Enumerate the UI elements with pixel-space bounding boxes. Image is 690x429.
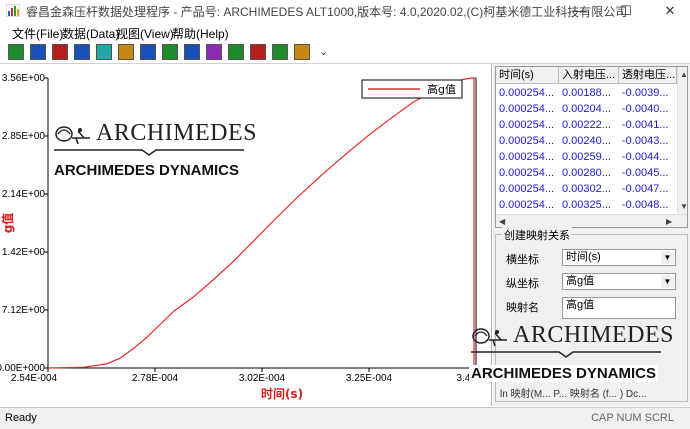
window-title: 睿昌金森压杆数据处理程序 - 产品号: ARCHIMEDES ALT1000,版… [26, 5, 628, 19]
y-axis-label: 纵坐标 [506, 278, 539, 290]
title-bar: 睿昌金森压杆数据处理程序 - 产品号: ARCHIMEDES ALT1000,版… [0, 0, 690, 22]
table-cell[interactable]: 0.00302... [559, 181, 619, 197]
export-icon[interactable] [74, 44, 90, 60]
table-vertical-scrollbar[interactable]: ▲ ▼ [677, 67, 687, 214]
table-icon[interactable] [96, 44, 112, 60]
chevron-down-icon[interactable]: ▼ [661, 251, 674, 264]
mapping-name-label: 映射名 [506, 302, 539, 314]
data-table[interactable]: 时间(s) 入射电压... 透射电压... 0.000254... 0.00188… [495, 66, 688, 228]
watermark-logo-text-2: ARCHIMEDES [513, 322, 675, 348]
menu-data[interactable]: 数据(Data) [62, 25, 119, 42]
table-cell[interactable]: 0.00188... [559, 85, 619, 101]
x-axis-label: 横坐标 [506, 254, 539, 266]
toolbar-overflow-icon[interactable]: ⌄ [319, 45, 328, 58]
table-header-incident-voltage[interactable]: 入射电压... [559, 67, 619, 84]
mapping-list-header: ln 映射(M... P... 映射名 (f... ) Dc... [500, 389, 647, 400]
help-icon[interactable] [250, 44, 266, 60]
y-tick-label: 2.85E+00 [2, 131, 46, 142]
table-header-transmitted-voltage[interactable]: 透射电压... [619, 67, 677, 84]
table-cell[interactable]: 0.000254... [496, 117, 559, 133]
watermark-subtitle-2: ARCHIMEDES DYNAMICS [469, 365, 659, 382]
status-text: Ready [5, 412, 37, 424]
y-tick-label: 7.12E+00 [2, 305, 46, 316]
watermark-logo-text: ARCHIMEDES [96, 120, 258, 146]
chevron-down-icon[interactable]: ▼ [661, 275, 674, 288]
watermark-rule [54, 149, 244, 156]
table-cell[interactable]: 0.00222... [559, 117, 619, 133]
table-cell[interactable]: -0.0044... [619, 149, 677, 165]
table-cell[interactable]: -0.0045... [619, 165, 677, 181]
table-cell[interactable]: 0.00240... [559, 133, 619, 149]
save-as-icon[interactable] [52, 44, 68, 60]
menu-view[interactable]: 视图(View) [116, 25, 174, 42]
x-axis-select[interactable]: 时间(s) ▼ [562, 249, 676, 266]
mapping-group-title: 创建映射关系 [502, 227, 572, 243]
maximize-button[interactable]: ☐ [604, 0, 648, 22]
table-cell[interactable]: -0.0041... [619, 117, 677, 133]
status-bar: Ready CAP NUM SCRL [0, 407, 690, 429]
menu-help[interactable]: 帮助(Help) [172, 25, 229, 42]
table-cell[interactable]: 0.000254... [496, 149, 559, 165]
table-header-time[interactable]: 时间(s) [496, 67, 559, 84]
table-horizontal-scrollbar[interactable]: ◀ ▶ [496, 214, 687, 227]
close-button[interactable]: ✕ [648, 0, 690, 22]
table-cell[interactable]: -0.0040... [619, 101, 677, 117]
scroll-left-icon[interactable]: ◀ [499, 217, 505, 226]
menu-file[interactable]: 文件(File) [12, 25, 63, 42]
scroll-down-icon[interactable]: ▼ [680, 202, 687, 211]
table-cell[interactable]: -0.0039... [619, 85, 677, 101]
mapping-name-input[interactable]: 高g值 [562, 297, 676, 319]
table-cell[interactable]: 0.00259... [559, 149, 619, 165]
status-indicators: CAP NUM SCRL [591, 412, 674, 424]
x-tick-label: 2.78E-004 [132, 373, 179, 384]
save-icon[interactable] [30, 44, 46, 60]
watermark-rule-2 [471, 351, 661, 358]
app-icon [6, 4, 20, 17]
y-tick-label: 1.42E+00 [2, 247, 46, 258]
y-axis-select[interactable]: 高g值 ▼ [562, 273, 676, 290]
y-axis-select-value: 高g值 [566, 275, 595, 287]
table-cell[interactable]: 0.000254... [496, 181, 559, 197]
grid-icon[interactable] [140, 44, 156, 60]
x-axis-select-value: 时间(s) [566, 251, 601, 263]
scroll-right-icon[interactable]: ▶ [666, 217, 672, 226]
table-cell[interactable]: 0.00204... [559, 101, 619, 117]
table-cell[interactable]: 0.000254... [496, 85, 559, 101]
x-tick-label: 3.25E-004 [346, 373, 393, 384]
select-icon[interactable] [272, 44, 288, 60]
calc-icon[interactable] [184, 44, 200, 60]
table-cell[interactable]: 0.00325... [559, 197, 619, 213]
toolbar: ⌄ [0, 42, 690, 64]
zoom-icon[interactable] [294, 44, 310, 60]
y-tick-label: 3.56E+00 [2, 73, 46, 84]
side-panel: 时间(s) 入射电压... 透射电压... 0.000254... 0.00188… [469, 64, 690, 406]
table-cell[interactable]: 0.000254... [496, 133, 559, 149]
chart-icon[interactable] [118, 44, 134, 60]
x-axis-label: 时间(s) [261, 386, 303, 401]
watermark-subtitle: ARCHIMEDES DYNAMICS [54, 162, 240, 179]
open-icon[interactable] [8, 44, 24, 60]
table-cell[interactable]: -0.0048... [619, 197, 677, 213]
y-axis-label: g值 [0, 213, 15, 234]
settings-icon[interactable] [206, 44, 222, 60]
chart-panel: 0.00E+000 7.12E+00 1.42E+00 2.14E+00 2.85E+0… [0, 64, 492, 406]
table-cell[interactable]: 0.000254... [496, 165, 559, 181]
scroll-up-icon[interactable]: ▲ [680, 70, 687, 79]
minimize-button[interactable]: — [558, 0, 602, 22]
x-tick-label: 2.54E-004 [11, 373, 58, 384]
menu-bar: 文件(File) 数据(Data) 视图(View) 帮助(Help) [0, 22, 690, 42]
table-cell[interactable]: -0.0043... [619, 133, 677, 149]
table-cell[interactable]: 0.000254... [496, 101, 559, 117]
x-tick-label: 3.02E-004 [239, 373, 286, 384]
chart: 0.00E+0007.12E+001.42E+002.14E+002.85E+0… [0, 73, 477, 401]
y-tick-label: 2.14E+00 [2, 189, 46, 200]
table-cell[interactable]: 0.00280... [559, 165, 619, 181]
legend-label: 高g值 [427, 82, 456, 96]
table-cell[interactable]: 0.000254... [496, 197, 559, 213]
info-icon[interactable] [228, 44, 244, 60]
table-cell[interactable]: -0.0047... [619, 181, 677, 197]
filter-icon[interactable] [162, 44, 178, 60]
